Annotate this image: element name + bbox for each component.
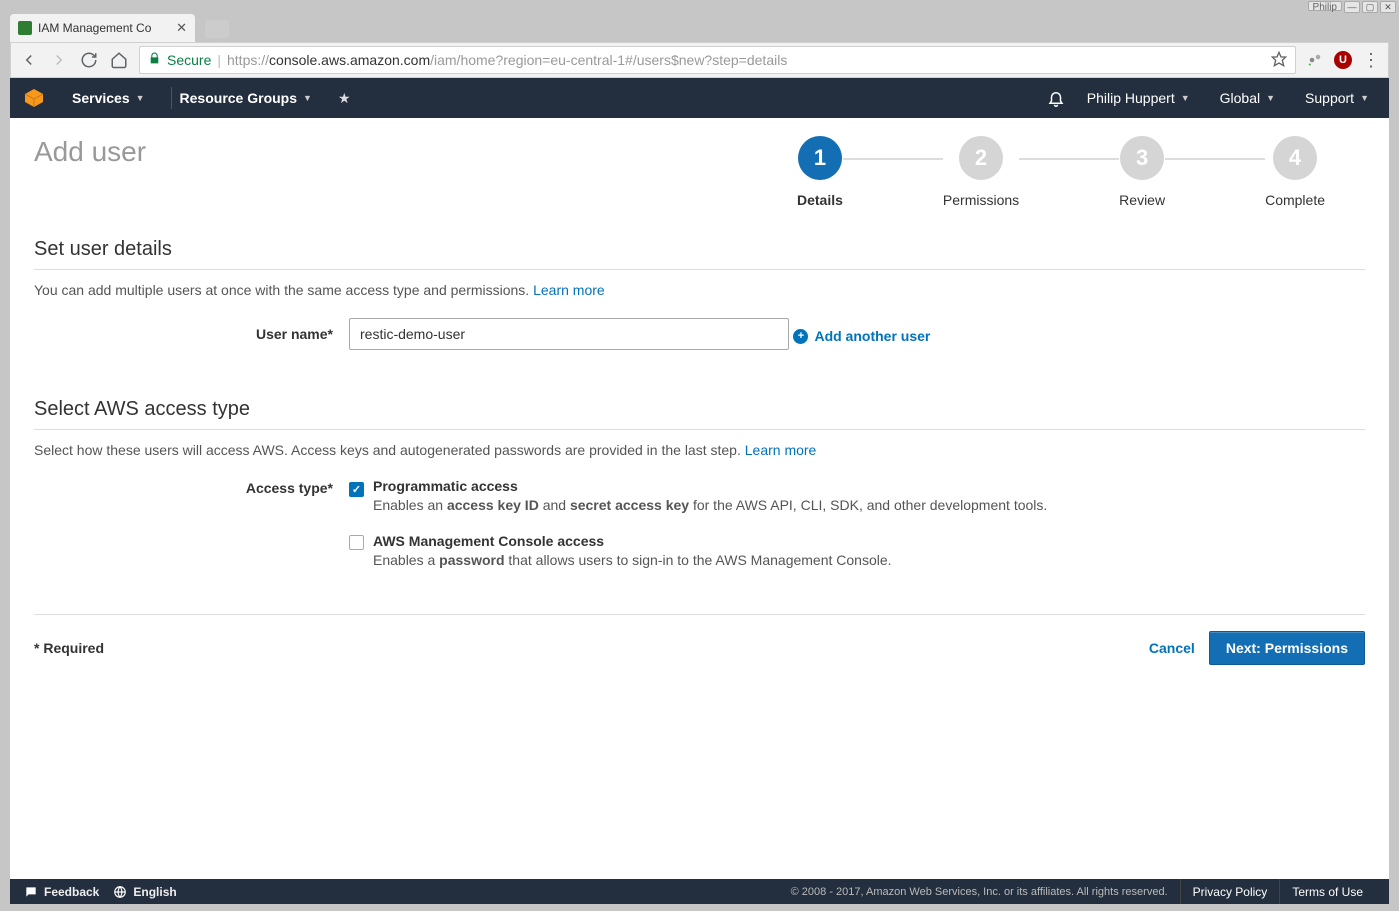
access-type-row-1: Access type* Programmatic access Enables… [34,478,1365,529]
extension-icon[interactable] [1306,51,1324,69]
wizard-step-review: 3 Review [1119,136,1165,208]
console-access-desc: Enables a password that allows users to … [373,552,1365,568]
terms-of-use-link[interactable]: Terms of Use [1279,879,1375,904]
url-bar[interactable]: Secure | https://console.aws.amazon.com/… [139,46,1296,74]
aws-footer: Feedback English © 2008 - 2017, Amazon W… [10,879,1389,904]
wizard-step-details: 1 Details [797,136,843,208]
wizard-step-permissions: 2 Permissions [943,136,1019,208]
wizard-circle: 4 [1273,136,1317,180]
language-selector[interactable]: English [113,885,176,899]
next-permissions-button[interactable]: Next: Permissions [1209,631,1365,665]
nav-region-menu[interactable]: Global ▼ [1212,90,1283,106]
wizard-label: Complete [1265,192,1325,208]
plus-circle-icon: + [793,329,808,344]
section-user-details-title: Set user details [34,238,1365,270]
bookmark-star-icon[interactable] [1271,51,1287,70]
reload-button[interactable] [79,50,99,70]
wizard-circle: 1 [798,136,842,180]
forward-button[interactable] [49,50,69,70]
privacy-policy-link[interactable]: Privacy Policy [1180,879,1280,904]
wizard-circle: 3 [1120,136,1164,180]
new-tab-button[interactable] [205,20,229,38]
window-user-label: Philip [1308,1,1342,11]
url-separator: | [217,52,221,68]
chevron-down-icon: ▼ [136,93,145,103]
footer-right: © 2008 - 2017, Amazon Web Services, Inc.… [791,879,1375,904]
programmatic-access-checkbox[interactable] [349,482,364,497]
access-type-row-2: AWS Management Console access Enables a … [34,533,1365,584]
username-label: User name* [34,318,349,342]
section-user-details-desc: You can add multiple users at once with … [34,282,1365,298]
ublock-icon[interactable]: U [1334,51,1352,69]
window-titlebar: Philip — ▢ ✕ [1305,0,1399,12]
programmatic-access-desc: Enables an access key ID and secret acce… [373,497,1365,513]
console-access-checkbox[interactable] [349,535,364,550]
pin-icon[interactable]: ★ [338,90,351,107]
footer-copyright: © 2008 - 2017, Amazon Web Services, Inc.… [791,886,1168,898]
wizard-label: Details [797,192,843,208]
browser-toolbar: Secure | https://console.aws.amazon.com/… [10,42,1389,78]
wizard-connector [1165,158,1265,160]
nav-user-menu[interactable]: Philip Huppert ▼ [1079,90,1198,106]
wizard-label: Review [1119,192,1165,208]
tab-close-icon[interactable]: ✕ [176,20,187,36]
secure-label: Secure [167,52,211,68]
page-content: Add user 1 Details 2 Permissions 3 Revie… [10,118,1389,879]
programmatic-access-title: Programmatic access [373,478,1365,494]
browser-tab-strip: IAM Management Co ✕ [10,12,1389,42]
footer-buttons: Cancel Next: Permissions [1149,631,1365,665]
wizard-connector [843,158,943,160]
chevron-down-icon: ▼ [1360,93,1369,103]
nav-services[interactable]: Services ▼ [64,90,153,106]
home-button[interactable] [109,50,129,70]
tab-favicon [18,21,32,35]
learn-more-link[interactable]: Learn more [533,282,605,298]
wizard-circle: 2 [959,136,1003,180]
access-type-label: Access type* [34,478,349,529]
form-footer: * Required Cancel Next: Permissions [34,614,1365,665]
add-another-user-button[interactable]: + Add another user [793,328,930,344]
wizard-steps: 1 Details 2 Permissions 3 Review 4 Compl… [797,136,1325,208]
chevron-down-icon: ▼ [303,93,312,103]
nav-left: Services ▼ Resource Groups ▼ ★ [22,86,351,110]
chevron-down-icon: ▼ [1181,93,1190,103]
section-access-type-title: Select AWS access type [34,398,1365,430]
header-row: Add user 1 Details 2 Permissions 3 Revie… [34,136,1365,208]
nav-right: Philip Huppert ▼ Global ▼ Support ▼ [1047,89,1377,107]
cancel-button[interactable]: Cancel [1149,640,1195,656]
lock-icon [148,52,161,68]
bell-icon[interactable] [1047,89,1065,107]
required-note: * Required [34,640,104,656]
back-button[interactable] [19,50,39,70]
aws-top-nav: Services ▼ Resource Groups ▼ ★ Philip Hu… [10,78,1389,118]
section-access-type-desc: Select how these users will access AWS. … [34,442,1365,458]
browser-menu-icon[interactable]: ⋮ [1362,50,1380,71]
wizard-connector [1019,158,1119,160]
browser-tab[interactable]: IAM Management Co ✕ [10,14,195,42]
username-input[interactable] [349,318,789,350]
page-title: Add user [34,136,146,208]
footer-left: Feedback English [24,885,177,899]
tab-title: IAM Management Co [38,21,151,35]
feedback-button[interactable]: Feedback [24,885,99,899]
chevron-down-icon: ▼ [1266,93,1275,103]
console-access-title: AWS Management Console access [373,533,1365,549]
nav-support-menu[interactable]: Support ▼ [1297,90,1377,106]
username-control: + Add another user [349,318,1365,350]
wizard-step-complete: 4 Complete [1265,136,1325,208]
username-row: User name* + Add another user [34,318,1365,350]
wizard-label: Permissions [943,192,1019,208]
aws-logo-icon[interactable] [22,86,46,110]
nav-resource-groups[interactable]: Resource Groups ▼ [171,87,320,109]
learn-more-link-2[interactable]: Learn more [745,442,817,458]
url-text: https://console.aws.amazon.com/iam/home?… [227,52,787,68]
